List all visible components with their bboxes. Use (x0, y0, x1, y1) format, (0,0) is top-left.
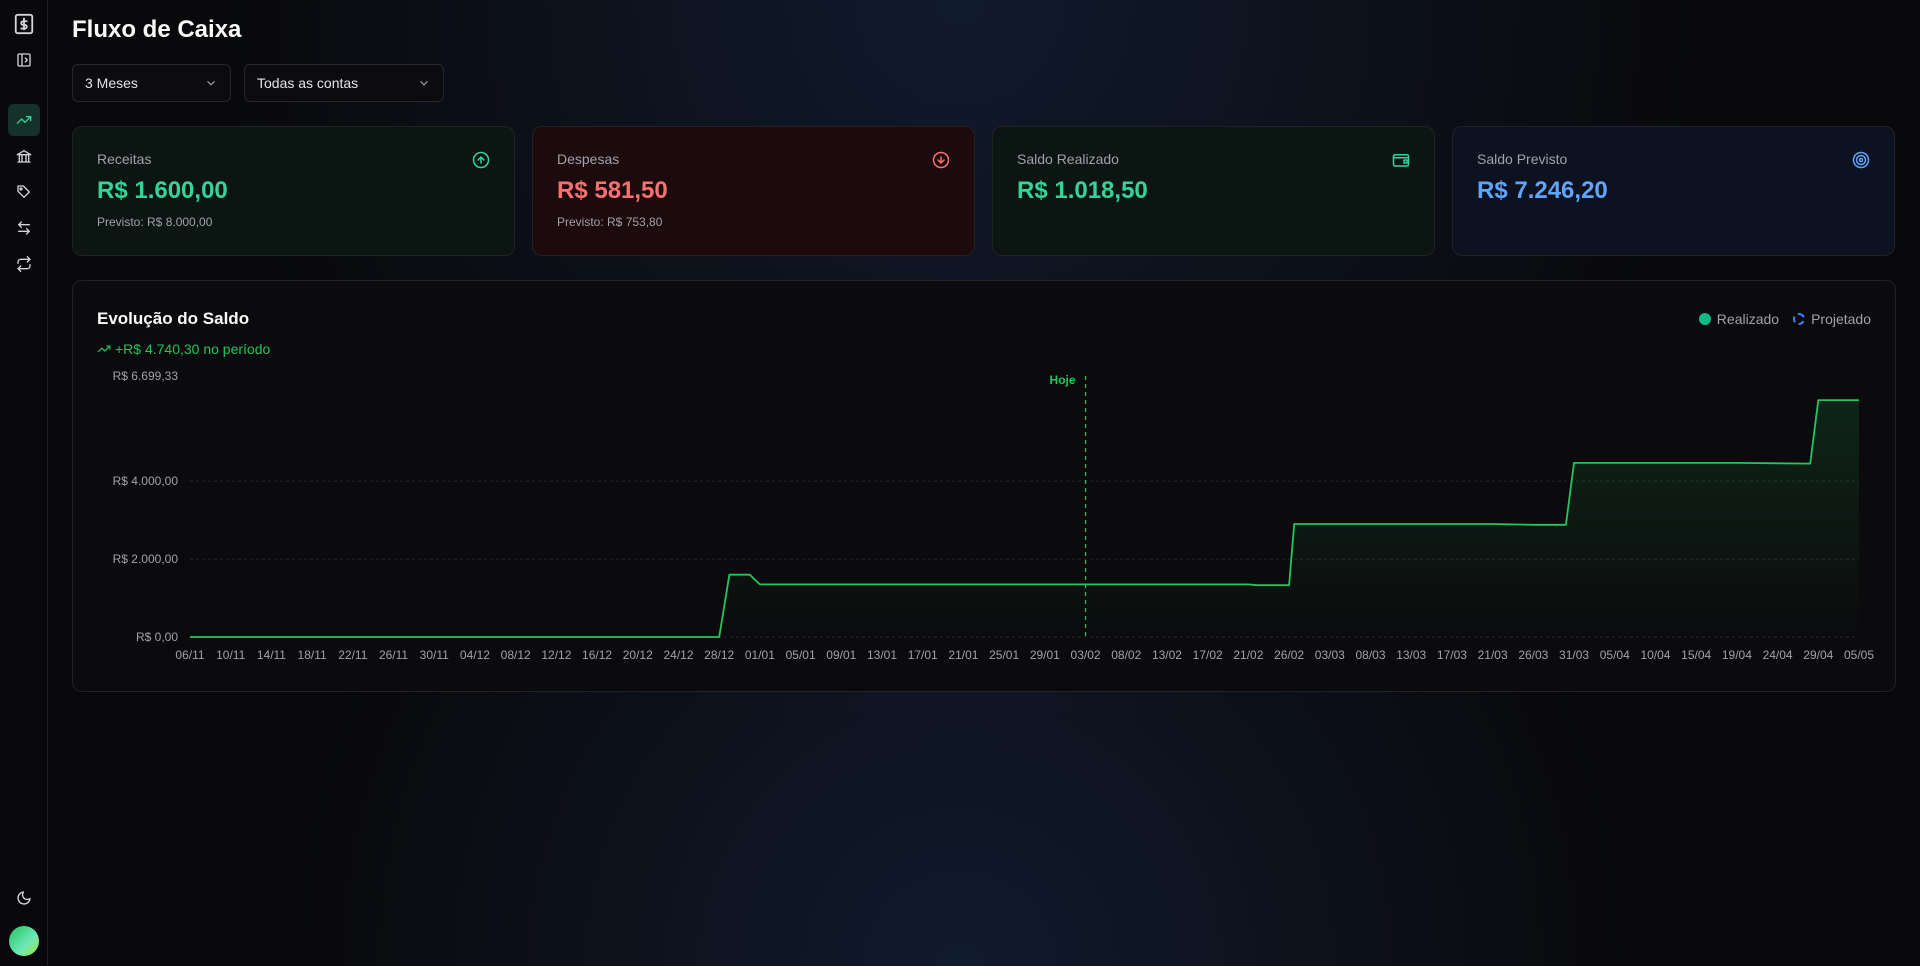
account-select[interactable]: Todas as contas (244, 64, 444, 102)
x-tick-label: 05/01 (786, 648, 816, 662)
x-tick-label: 24/04 (1763, 648, 1793, 662)
arrow-down-circle-icon (932, 151, 950, 169)
x-tick-label: 13/02 (1152, 648, 1182, 662)
x-tick-label: 21/03 (1478, 648, 1508, 662)
card-label: Receitas (97, 151, 152, 167)
tag-icon[interactable] (8, 176, 40, 208)
x-tick-label: 17/03 (1437, 648, 1467, 662)
page-title: Fluxo de Caixa (72, 16, 242, 43)
card-sub: Previsto: R$ 8.000,00 (97, 215, 213, 229)
x-tick-label: 20/12 (623, 648, 653, 662)
transfer-icon[interactable] (8, 212, 40, 244)
chevron-down-icon (207, 80, 215, 86)
x-tick-label: 10/11 (216, 648, 245, 662)
x-tick-label: 08/12 (501, 648, 531, 662)
dollar-logo-icon[interactable] (8, 8, 40, 40)
x-tick-label: 25/01 (989, 648, 1019, 662)
card-label: Despesas (557, 151, 620, 167)
card-despesas: Despesas R$ 581,50 Previsto: R$ 753,80 (532, 126, 975, 256)
avatar[interactable] (8, 926, 39, 956)
moon-icon[interactable] (8, 882, 40, 914)
main-content: Fluxo de Caixa 3 Meses Todas as contas R… (72, 0, 1896, 966)
card-value: R$ 581,50 (557, 177, 668, 204)
chart-card: Evolução do Saldo +R$ 4.740,30 no períod… (72, 280, 1896, 692)
x-tick-label: 05/05 (1844, 648, 1874, 662)
target-icon (1852, 151, 1870, 169)
x-tick-label: 24/12 (663, 648, 693, 662)
repeat-icon[interactable] (8, 248, 40, 280)
period-select-value: 3 Meses (85, 75, 138, 91)
x-tick-label: 10/04 (1640, 648, 1670, 662)
x-tick-label: 17/02 (1193, 648, 1223, 662)
x-tick-label: 13/03 (1396, 648, 1426, 662)
card-saldo-previsto: Saldo Previsto R$ 7.246,20 (1452, 126, 1895, 256)
card-saldo-realizado: Saldo Realizado R$ 1.018,50 (992, 126, 1435, 256)
x-tick-label: 09/01 (826, 648, 856, 662)
trending-up-icon[interactable] (7, 104, 40, 136)
x-tick-label: 04/12 (460, 648, 490, 662)
x-tick-label: 29/01 (1030, 648, 1060, 662)
card-value: R$ 1.018,50 (1017, 177, 1148, 204)
balance-chart: Hoje R$ 0,00 R$ 2.000,00 R$ 4.000,00 R$ 6.6… (113, 369, 1875, 662)
x-tick-label: 03/03 (1315, 648, 1345, 662)
chevron-down-icon (420, 80, 428, 86)
y-tick-label: R$ 6.699,33 (113, 369, 179, 383)
x-tick-label: 30/11 (420, 648, 449, 662)
panel-toggle-icon[interactable] (8, 44, 40, 76)
x-tick-label: 19/04 (1722, 648, 1752, 662)
x-tick-label: 05/04 (1600, 648, 1630, 662)
x-tick-label: 31/03 (1559, 648, 1589, 662)
x-tick-label: 06/11 (175, 648, 204, 662)
x-tick-label: 17/01 (908, 648, 938, 662)
x-tick-label: 08/02 (1111, 648, 1141, 662)
account-select-value: Todas as contas (257, 75, 359, 91)
x-tick-label: 14/11 (257, 648, 286, 662)
wallet-icon (1392, 151, 1410, 169)
x-tick-label: 16/12 (582, 648, 612, 662)
card-label: Saldo Previsto (1477, 151, 1568, 167)
x-tick-label: 21/02 (1233, 648, 1263, 662)
x-tick-label: 26/02 (1274, 648, 1304, 662)
x-tick-label: 15/04 (1681, 648, 1711, 662)
x-tick-label: 28/12 (704, 648, 734, 662)
card-label: Saldo Realizado (1017, 151, 1119, 167)
x-tick-label: 29/04 (1803, 648, 1833, 662)
sidebar (0, 0, 48, 966)
y-tick-label: R$ 0,00 (136, 630, 178, 644)
x-tick-label: 26/03 (1518, 648, 1548, 662)
x-tick-label: 01/01 (745, 648, 775, 662)
y-tick-label: R$ 4.000,00 (113, 474, 179, 488)
x-tick-label: 18/11 (298, 648, 327, 662)
x-tick-label: 22/11 (338, 648, 367, 662)
series-area-realizado (190, 400, 1859, 637)
card-sub: Previsto: R$ 753,80 (557, 215, 663, 229)
card-value: R$ 7.246,20 (1477, 177, 1608, 204)
today-label: Hoje (1050, 373, 1076, 387)
period-select[interactable]: 3 Meses (72, 64, 231, 102)
x-tick-label: 26/11 (379, 648, 408, 662)
x-tick-label: 03/02 (1071, 648, 1101, 662)
x-tick-label: 13/01 (867, 648, 897, 662)
y-tick-label: R$ 2.000,00 (113, 552, 179, 566)
x-tick-label: 12/12 (541, 648, 571, 662)
arrow-up-circle-icon (472, 151, 490, 169)
card-value: R$ 1.600,00 (97, 177, 228, 204)
bank-icon[interactable] (8, 140, 40, 172)
x-tick-label: 21/01 (948, 648, 978, 662)
card-receitas: Receitas R$ 1.600,00 Previsto: R$ 8.000,… (72, 126, 515, 256)
x-tick-label: 08/03 (1355, 648, 1385, 662)
